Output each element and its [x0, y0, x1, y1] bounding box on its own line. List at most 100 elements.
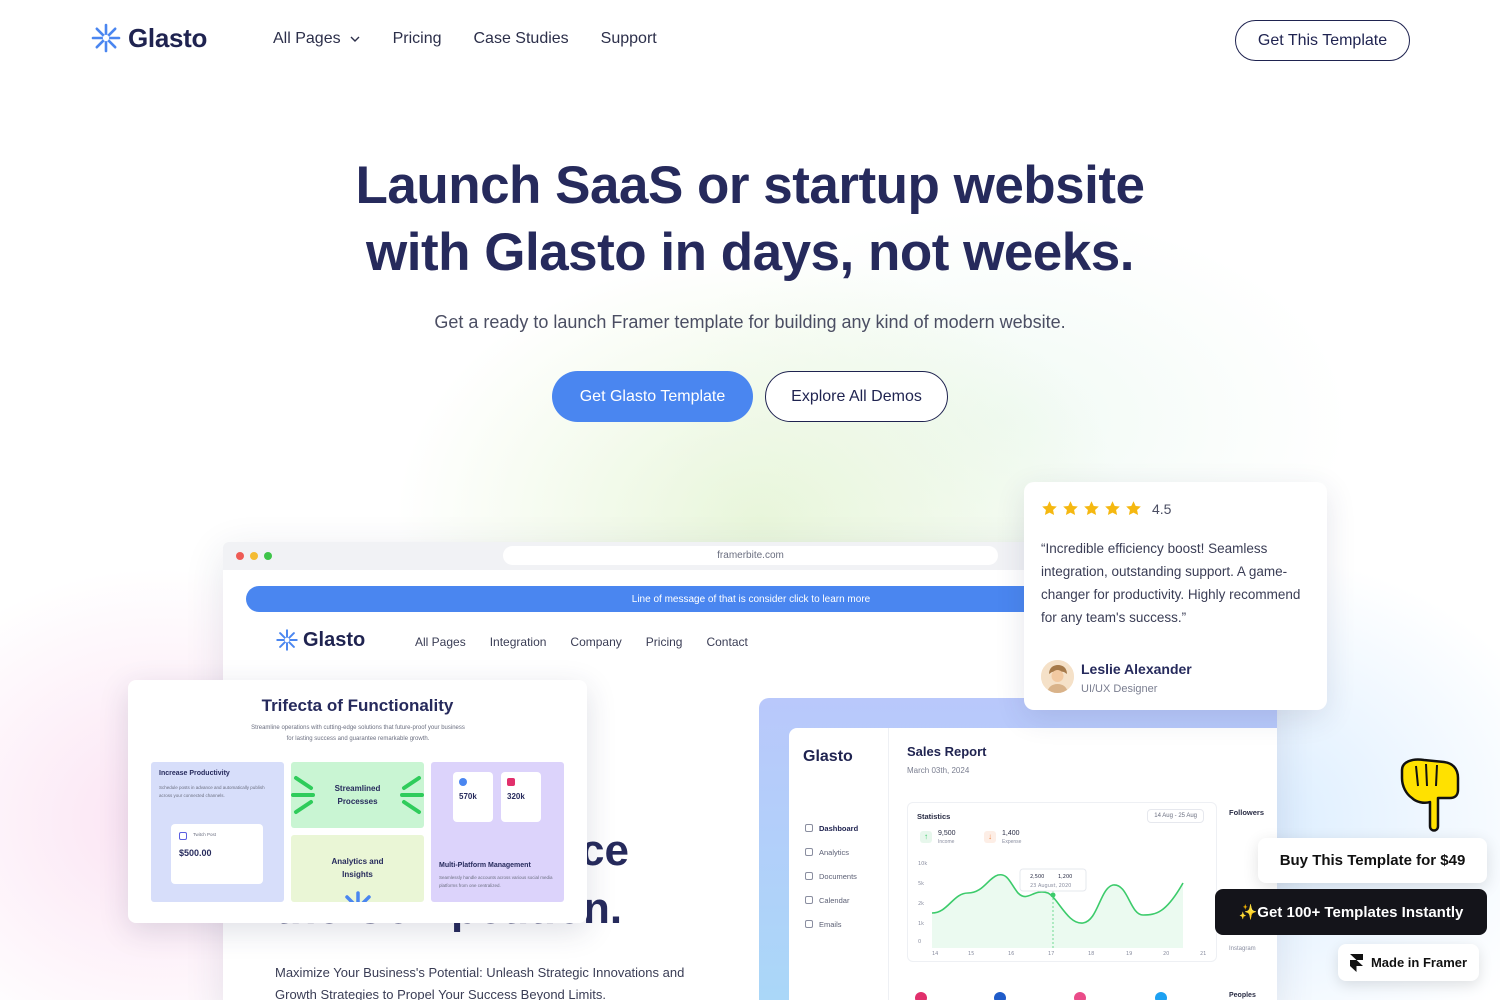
star-icon: [1126, 501, 1141, 516]
tile-analytics: Analytics and Insights: [291, 835, 424, 902]
url-bar[interactable]: framerbite.com: [503, 546, 998, 565]
preview-logo: Glasto: [275, 628, 365, 652]
calendar-icon: [805, 896, 813, 904]
nav-all-pages-label: All Pages: [273, 30, 341, 47]
menu-dashboard-label: Dashboard: [819, 823, 859, 833]
menu-calendar: Calendar: [805, 888, 858, 912]
feature-card: Trifecta of Functionality Streamline ope…: [128, 680, 587, 923]
made-in-framer-label: Made in Framer: [1370, 955, 1468, 970]
twitter-icon: [1155, 992, 1167, 1000]
dribbble-icon: [1074, 992, 1086, 1000]
y-tick-1k: 1k: [918, 921, 924, 927]
chevron-down-icon: [350, 36, 360, 42]
tile-multiplatform: 570k 320k Multi-Platform Management Seam…: [431, 762, 564, 902]
x-tick-19: 19: [1126, 951, 1132, 957]
star-icon: [1105, 501, 1120, 516]
star-icon: [1063, 501, 1078, 516]
preview-nav-all-pages: All Pages: [415, 635, 466, 649]
announcement-text: Line of message of that is consider clic…: [631, 593, 871, 605]
expense-label: Expense: [1002, 839, 1022, 845]
x-tick-18: 18: [1088, 951, 1094, 957]
chart-icon: [805, 848, 813, 856]
tile-streamlined-title: Streamlined Processes: [334, 784, 381, 806]
menu-documents-label: Documents: [819, 871, 857, 881]
tooltip-value-b: 1,200: [1058, 874, 1072, 880]
y-tick-5k: 5k: [918, 881, 924, 887]
dashboard-menu: Dashboard Analytics Documents Calendar E…: [805, 816, 858, 936]
hero-subtitle: Get a ready to launch Framer template fo…: [434, 312, 1066, 332]
testimonial-card: 4.5 “Incredible efficiency boost! Seamle…: [1024, 482, 1327, 710]
income-label: Income: [938, 839, 955, 845]
menu-emails: Emails: [805, 912, 858, 936]
dashboard-logo: Glasto: [803, 748, 853, 765]
testimonial-author: Leslie Alexander: [1081, 661, 1192, 677]
y-tick-2k: 2k: [918, 901, 924, 907]
x-tick-14: 14: [932, 951, 938, 957]
person-avatar-icon: [1041, 660, 1074, 693]
top-nav: Glasto All Pages Pricing Case Studies Su…: [0, 0, 1500, 80]
hero-title-line1: Launch SaaS or startup website: [355, 156, 1145, 215]
statistics-title: Statistics: [917, 812, 951, 821]
preview-logo-text: Glasto: [303, 628, 366, 651]
nav-support[interactable]: Support: [601, 30, 657, 48]
peoples-title: Peoples: [1229, 992, 1256, 999]
explore-demos-button[interactable]: Explore All Demos: [765, 371, 948, 422]
star-icon: [1084, 501, 1099, 516]
stat-570k: 570k: [459, 792, 477, 801]
preview-nav-integration: Integration: [489, 635, 547, 649]
arrow-down-icon: ↓: [984, 831, 996, 843]
followers-title: Followers: [1229, 808, 1265, 817]
income-value: 9,500: [938, 830, 956, 837]
dashboard-preview: Glasto Dashboard Analytics Documents Cal…: [759, 698, 1277, 1000]
menu-analytics-label: Analytics: [819, 847, 850, 857]
tile-streamlined: Streamlined Processes: [291, 762, 424, 828]
menu-dashboard: Dashboard: [805, 816, 858, 840]
home-icon: [805, 824, 813, 832]
tooltip-value-a: 2,500: [1030, 874, 1044, 880]
logo[interactable]: Glasto: [90, 22, 207, 54]
minimize-dot-icon: [250, 552, 258, 560]
get-templates-button[interactable]: ✨Get 100+ Templates Instantly: [1215, 889, 1487, 935]
main-nav: All Pages Pricing Case Studies Support: [273, 30, 657, 48]
pointing-hand-icon: [1400, 758, 1460, 832]
preview-nav: All Pages Integration Company Pricing Co…: [415, 635, 748, 649]
statistics-card: Statistics 14 Aug - 25 Aug ↑ 9,500 Incom…: [907, 802, 1217, 962]
x-tick-16: 16: [1008, 951, 1014, 957]
sales-report-date: March 03th, 2024: [907, 766, 970, 775]
nav-all-pages[interactable]: All Pages: [273, 30, 361, 48]
post-amount: $500.00: [179, 848, 212, 858]
tile-productivity-title: Increase Productivity: [159, 770, 230, 777]
y-tick-10k: 10k: [918, 861, 927, 867]
arrow-up-icon: ↑: [920, 831, 932, 843]
stat-320k: 320k: [507, 792, 525, 801]
menu-documents: Documents: [805, 864, 858, 888]
menu-emails-label: Emails: [819, 919, 842, 929]
asterisk-logo-icon: [91, 23, 121, 53]
menu-calendar-label: Calendar: [819, 895, 850, 905]
stat-card-twitter: 570k: [453, 772, 493, 822]
tile-multiplatform-title: Multi-Platform Management: [439, 862, 531, 869]
get-template-button[interactable]: Get This Template: [1235, 20, 1410, 61]
preview-nav-company: Company: [570, 635, 622, 649]
instagram-legend: Instagram: [1229, 946, 1256, 952]
nav-case-studies[interactable]: Case Studies: [474, 30, 569, 48]
tile-productivity-desc: Schedule posts in advance and automatica…: [159, 785, 265, 798]
get-glasto-template-button[interactable]: Get Glasto Template: [552, 371, 753, 422]
buy-template-button[interactable]: Buy This Template for $49: [1258, 838, 1487, 883]
facebook-icon: [994, 992, 1006, 1000]
tile-analytics-title: Analytics and Insights: [331, 857, 384, 879]
twitter-icon: [459, 778, 467, 786]
nav-pricing[interactable]: Pricing: [393, 30, 442, 48]
document-icon: [805, 872, 813, 880]
x-tick-20: 20: [1163, 951, 1169, 957]
avatar: [1041, 660, 1074, 693]
tooltip-date: 23 August, 2020: [1030, 883, 1071, 889]
hero-title-line2: with Glasto in days, not weeks.: [366, 223, 1134, 282]
instagram-icon: [915, 992, 927, 1000]
made-in-framer-badge[interactable]: Made in Framer: [1338, 944, 1479, 981]
maximize-dot-icon: [264, 552, 272, 560]
post-label: Twitch Post: [193, 832, 217, 837]
twitch-icon: [179, 832, 187, 840]
x-tick-15: 15: [968, 951, 974, 957]
feature-subtitle: Streamline operations with cutting-edge …: [251, 725, 465, 742]
